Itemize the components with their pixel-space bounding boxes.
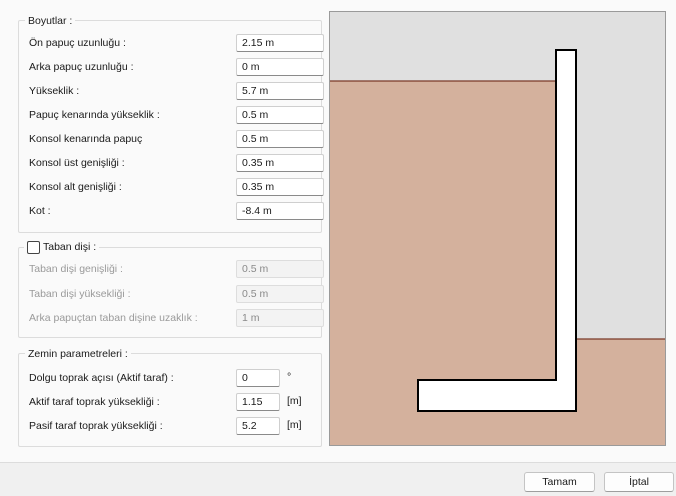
key-width-input xyxy=(236,260,324,278)
front-toe-length-input[interactable] xyxy=(236,34,324,52)
active-soil-height-input[interactable] xyxy=(236,393,280,411)
key-height-input xyxy=(236,285,324,303)
field-row-back-heel-length: Arka papuç uzunluğu : xyxy=(29,58,329,78)
key-width-label: Taban dişi genişliği : xyxy=(29,263,123,275)
dimensions-group: Boyutlar : Ön papuç uzunluğu : Arka papu… xyxy=(18,14,324,233)
wall-preview-canvas xyxy=(329,11,666,446)
dialog-content-pane: Boyutlar : Ön papuç uzunluğu : Arka papu… xyxy=(0,0,676,463)
field-row-elevation: Kot : xyxy=(29,202,329,222)
wall-preview-svg xyxy=(330,12,665,445)
meter-unit: [m] xyxy=(287,395,302,407)
elevation-label: Kot : xyxy=(29,205,51,217)
ok-button[interactable]: Tamam xyxy=(524,472,595,492)
cancel-button[interactable]: İptal xyxy=(604,472,674,492)
stem-bottom-width-input[interactable] xyxy=(236,178,324,196)
field-row-stem-bottom-width: Konsol alt genişliği : xyxy=(29,178,329,198)
field-row-stem-edge-footing: Konsol kenarında papuç xyxy=(29,130,329,150)
degree-unit: ° xyxy=(287,371,292,383)
shear-key-checkbox[interactable]: Taban dişi : xyxy=(24,240,100,254)
passive-soil-height-input[interactable] xyxy=(236,417,280,435)
meter-unit: [m] xyxy=(287,419,302,431)
passive-soil-height-label: Pasif taraf toprak yüksekliği : xyxy=(29,420,163,432)
toe-edge-height-label: Papuç kenarında yükseklik : xyxy=(29,109,160,121)
field-row-height: Yükseklik : xyxy=(29,82,329,102)
key-distance-label: Arka papuçtan taban dişine uzaklık : xyxy=(29,312,198,324)
soil-parameters-title: Zemin parametreleri : xyxy=(25,347,131,361)
stem-bottom-width-label: Konsol alt genişliği : xyxy=(29,181,122,193)
elevation-input[interactable] xyxy=(236,202,324,220)
key-height-label: Taban dişi yüksekliği : xyxy=(29,288,131,300)
checkbox-box[interactable] xyxy=(27,240,40,254)
stem-top-width-input[interactable] xyxy=(236,154,324,172)
field-row-toe-edge-height: Papuç kenarında yükseklik : xyxy=(29,106,329,126)
field-row-key-distance: Arka papuçtan taban dişine uzaklık : xyxy=(29,309,329,329)
stem-edge-footing-input[interactable] xyxy=(236,130,324,148)
field-row-key-height: Taban dişi yüksekliği : xyxy=(29,285,329,305)
backfill-angle-input[interactable] xyxy=(236,369,280,387)
field-row-passive-soil-height: Pasif taraf toprak yüksekliği : [m] xyxy=(29,417,329,437)
backfill-angle-label: Dolgu toprak açısı (Aktif taraf) : xyxy=(29,372,174,384)
back-heel-length-label: Arka papuç uzunluğu : xyxy=(29,61,134,73)
height-input[interactable] xyxy=(236,82,324,100)
field-row-backfill-angle: Dolgu toprak açısı (Aktif taraf) : ° xyxy=(29,369,329,389)
front-toe-length-label: Ön papuç uzunluğu : xyxy=(29,37,126,49)
toe-edge-height-input[interactable] xyxy=(236,106,324,124)
active-soil-height-label: Aktif taraf toprak yüksekliği : xyxy=(29,396,160,408)
stem-top-width-label: Konsol üst genişliği : xyxy=(29,157,125,169)
stem-edge-footing-label: Konsol kenarında papuç xyxy=(29,133,143,145)
dimensions-group-title: Boyutlar : xyxy=(25,14,76,28)
soil-parameters-group: Zemin parametreleri : Dolgu toprak açısı… xyxy=(18,347,322,447)
key-distance-input xyxy=(236,309,324,327)
field-row-key-width: Taban dişi genişliği : xyxy=(29,260,329,280)
shear-key-group: Taban dişi : Taban dişi genişliği : Taba… xyxy=(18,240,324,338)
field-row-stem-top-width: Konsol üst genişliği : xyxy=(29,154,329,174)
field-row-front-toe-length: Ön papuç uzunluğu : xyxy=(29,34,329,54)
height-label: Yükseklik : xyxy=(29,85,80,97)
field-row-active-soil-height: Aktif taraf toprak yüksekliği : [m] xyxy=(29,393,329,413)
shear-key-title: Taban dişi : xyxy=(43,241,97,253)
back-heel-length-input[interactable] xyxy=(236,58,324,76)
